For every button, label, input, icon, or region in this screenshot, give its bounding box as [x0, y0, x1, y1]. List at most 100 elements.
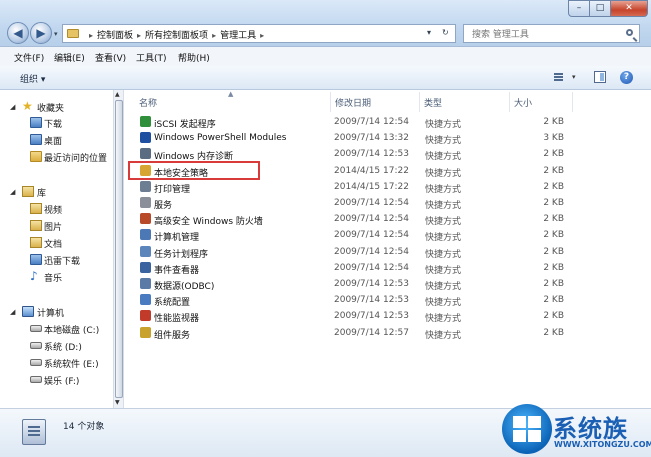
scroll-thumb[interactable] — [115, 100, 123, 398]
nav-libraries[interactable]: ◢ 库 — [0, 184, 112, 200]
drive-icon — [30, 342, 42, 349]
drive-icon — [30, 359, 42, 366]
file-date: 2009/7/14 12:53 — [334, 311, 409, 322]
folder-icon — [67, 29, 79, 38]
nav-drive-d[interactable]: 系统 (D:) — [0, 338, 112, 354]
file-type: 快捷方式 — [425, 136, 462, 147]
nav-videos[interactable]: 视频 — [0, 201, 112, 217]
address-bar[interactable]: ▸ 控制面板 ▸ 所有控制面板项 ▸ 管理工具 ▸ ▾ ↻ — [62, 24, 456, 43]
file-row[interactable]: 系统配置 2009/7/14 12:53 快捷方式 2 KB — [125, 293, 651, 308]
file-size: 2 KB — [543, 295, 564, 306]
menu-bar: 文件(F) 编辑(E) 查看(V) 工具(T) 帮助(H) — [0, 47, 651, 67]
file-size: 3 KB — [543, 133, 564, 144]
nav-recent-places[interactable]: 最近访问的位置 — [0, 149, 112, 165]
column-header-size[interactable]: 大小 — [514, 96, 532, 109]
preview-pane-icon[interactable] — [594, 71, 606, 83]
file-name: Windows PowerShell Modules — [154, 133, 287, 144]
file-size: 2 KB — [543, 327, 564, 338]
file-row[interactable]: iSCSI 发起程序 2009/7/14 12:54 快捷方式 2 KB — [125, 115, 651, 130]
file-row[interactable]: 组件服务 2009/7/14 12:57 快捷方式 2 KB — [125, 326, 651, 341]
file-type: 快捷方式 — [425, 184, 462, 195]
file-type: 快捷方式 — [425, 282, 462, 292]
column-divider[interactable] — [419, 92, 420, 112]
organize-button[interactable]: 组织 ▾ — [20, 72, 45, 85]
file-name: 系统配置 — [154, 298, 191, 309]
nav-music[interactable]: ♪ 音乐 — [0, 269, 112, 285]
breadcrumb-all-items[interactable]: 所有控制面板项 — [145, 31, 208, 41]
column-header-date[interactable]: 修改日期 — [335, 96, 371, 109]
menu-edit[interactable]: 编辑(E) — [54, 51, 85, 64]
file-type: 快捷方式 — [425, 217, 462, 228]
nav-desktop[interactable]: 桌面 — [0, 132, 112, 148]
column-header-name[interactable]: 名称 — [139, 96, 157, 109]
nav-drive-c[interactable]: 本地磁盘 (C:) — [0, 321, 112, 337]
file-date: 2009/7/14 12:53 — [334, 149, 409, 160]
minimize-button[interactable]: – — [568, 0, 590, 17]
file-row[interactable]: 任务计划程序 2009/7/14 12:54 快捷方式 2 KB — [125, 245, 651, 260]
nav-drive-e[interactable]: 系统软件 (E:) — [0, 355, 112, 371]
nav-scrollbar[interactable]: ▲ ▼ — [113, 90, 124, 408]
change-view-icon[interactable] — [553, 71, 565, 83]
file-date: 2009/7/14 12:54 — [334, 262, 409, 273]
refresh-icon[interactable]: ↻ — [442, 28, 449, 37]
scroll-down-arrow-icon[interactable]: ▼ — [115, 399, 120, 406]
file-name: 事件查看器 — [154, 265, 200, 276]
watermark-brand: 系统族 — [553, 415, 628, 443]
file-size: 2 KB — [543, 262, 564, 273]
music-icon: ♪ — [30, 269, 38, 283]
nav-thunder-downloads[interactable]: 迅雷下载 — [0, 252, 112, 268]
memory-icon — [140, 148, 151, 160]
file-type: 快捷方式 — [425, 330, 462, 341]
file-date: 2009/7/14 12:54 — [334, 198, 409, 208]
column-divider[interactable] — [572, 92, 573, 112]
help-icon[interactable]: ? — [620, 71, 633, 84]
services-icon — [140, 197, 151, 208]
nav-downloads[interactable]: 下载 — [0, 115, 112, 131]
event-viewer-icon — [140, 261, 151, 273]
file-row[interactable]: 高级安全 Windows 防火墙 2009/7/14 12:54 快捷方式 2 KB — [125, 212, 651, 227]
forward-button[interactable]: ▶ — [30, 22, 52, 44]
column-divider[interactable] — [509, 92, 510, 112]
nav-documents[interactable]: 文档 — [0, 235, 112, 251]
file-type: 快捷方式 — [425, 298, 462, 309]
search-input[interactable] — [470, 26, 624, 43]
file-date: 2009/7/14 12:54 — [334, 230, 409, 241]
file-row[interactable]: 数据源(ODBC) 2009/7/14 12:53 快捷方式 2 KB — [125, 277, 651, 292]
star-icon: ★ — [22, 99, 33, 113]
file-row[interactable]: 性能监视器 2009/7/14 12:53 快捷方式 2 KB — [125, 309, 651, 324]
column-divider[interactable] — [330, 92, 331, 112]
nav-favorites[interactable]: ◢ ★ 收藏夹 — [0, 99, 112, 115]
file-row[interactable]: 打印管理 2014/4/15 17:22 快捷方式 2 KB — [125, 180, 651, 195]
file-row[interactable]: 计算机管理 2009/7/14 12:54 快捷方式 2 KB — [125, 228, 651, 243]
collapse-arrow-icon[interactable]: ◢ — [10, 103, 15, 111]
search-icon[interactable] — [626, 29, 633, 36]
nav-computer[interactable]: ◢ 计算机 — [0, 304, 112, 320]
maximize-button[interactable]: □ — [589, 0, 611, 17]
collapse-arrow-icon[interactable]: ◢ — [10, 308, 15, 316]
address-dropdown-icon[interactable]: ▾ — [427, 28, 431, 37]
nav-pictures[interactable]: 图片 — [0, 218, 112, 234]
recent-pages-dropdown[interactable]: ▾ — [54, 30, 58, 38]
menu-help[interactable]: 帮助(H) — [178, 51, 210, 64]
column-header-type[interactable]: 类型 — [424, 96, 442, 109]
menu-file[interactable]: 文件(F) — [14, 51, 44, 64]
menu-tools[interactable]: 工具(T) — [136, 51, 167, 64]
explorer-window: – □ ✕ ◀ ▶ ▾ ▸控制面板▸所有控制面板项▸管理工具▸ ▾ ↻ 文件(F… — [0, 0, 651, 457]
file-size: 2 KB — [543, 149, 564, 160]
file-row[interactable]: 事件查看器 2009/7/14 12:54 快捷方式 2 KB — [125, 261, 651, 276]
close-button[interactable]: ✕ — [610, 0, 648, 17]
watermark-url: WWW.XITONGZU.COM — [554, 440, 651, 449]
menu-view[interactable]: 查看(V) — [95, 51, 126, 64]
breadcrumb-admin-tools[interactable]: 管理工具 — [220, 31, 256, 41]
file-row[interactable]: Windows PowerShell Modules 2009/7/14 13:3… — [125, 131, 651, 146]
view-options-dropdown[interactable]: ▾ — [572, 73, 576, 81]
back-button[interactable]: ◀ — [7, 22, 29, 44]
file-date: 2009/7/14 12:53 — [334, 279, 409, 289]
scroll-up-arrow-icon[interactable]: ▲ — [115, 91, 120, 98]
nav-drive-f[interactable]: 娱乐 (F:) — [0, 372, 112, 388]
file-type: 快捷方式 — [425, 314, 462, 325]
file-row[interactable]: 服务 2009/7/14 12:54 快捷方式 2 KB — [125, 196, 651, 211]
file-date: 2014/4/15 17:22 — [334, 181, 409, 192]
collapse-arrow-icon[interactable]: ◢ — [10, 188, 15, 196]
breadcrumb-control-panel[interactable]: 控制面板 — [97, 31, 133, 41]
